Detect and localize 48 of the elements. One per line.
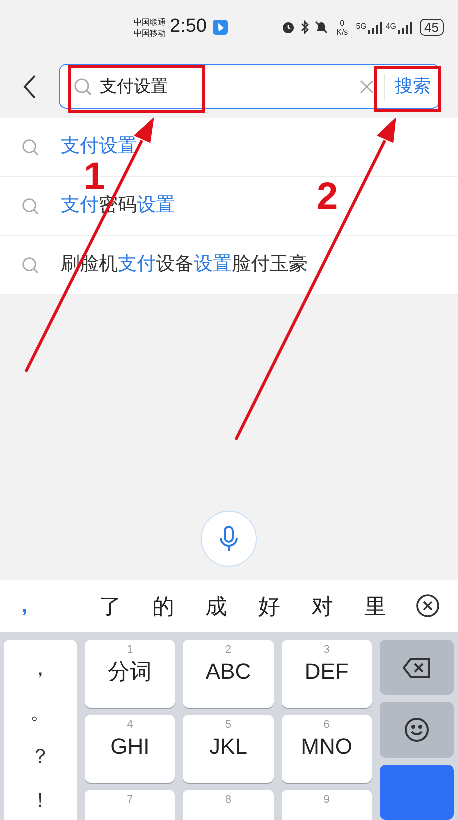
letter-key[interactable]: 3 DEF <box>282 640 372 708</box>
signal-icon <box>398 22 412 34</box>
candidate-word[interactable]: 里 <box>364 590 386 622</box>
search-button[interactable]: 搜索 <box>395 73 431 100</box>
speed-value: 0 <box>340 18 345 28</box>
search-field[interactable]: 支付设置 搜索 <box>59 64 440 109</box>
candidate-word[interactable]: 了 <box>100 590 122 622</box>
symbol-key[interactable]: ！ <box>30 790 50 812</box>
backspace-icon <box>402 656 432 679</box>
symbol-key[interactable]: ， <box>30 658 50 680</box>
symbol-key[interactable]: 。 <box>30 702 50 724</box>
suggestion-text: 支付设置 <box>61 134 137 159</box>
smiley-icon <box>404 716 430 743</box>
microphone-icon <box>219 525 239 553</box>
network-label: 5G <box>356 22 367 30</box>
clock-time: 2:50 <box>170 15 207 40</box>
search-icon <box>74 78 92 96</box>
alarm-icon <box>280 20 296 35</box>
step-number: 2 <box>317 175 338 219</box>
candidate-word[interactable]: 好 <box>258 590 280 622</box>
candidate-word[interactable]: 的 <box>152 590 174 622</box>
candidate-word[interactable]: , <box>22 591 84 621</box>
app-icon <box>212 20 228 35</box>
candidate-word[interactable]: 对 <box>312 590 334 622</box>
candidate-word[interactable]: 成 <box>206 590 228 622</box>
close-icon[interactable] <box>416 594 440 618</box>
carrier-label: 中国联通 <box>134 16 166 28</box>
signal-icon <box>368 22 382 34</box>
letter-key[interactable]: 4 GHI <box>85 715 176 783</box>
letter-key[interactable]: 2 ABC <box>183 640 274 708</box>
battery-indicator: 45 <box>420 19 444 36</box>
backspace-key[interactable] <box>380 640 454 696</box>
search-icon <box>22 138 39 156</box>
bluetooth-icon <box>300 20 310 35</box>
search-icon <box>22 256 39 274</box>
letter-key[interactable]: 1 分词 <box>85 640 176 708</box>
muted-bell-icon <box>314 20 329 35</box>
search-icon <box>22 198 39 214</box>
back-icon <box>23 74 37 100</box>
carrier-label: 中国移动 <box>134 28 166 38</box>
letter-key[interactable]: 6 MNO <box>282 715 372 783</box>
symbol-key[interactable]: ？ <box>30 746 50 768</box>
letter-key[interactable]: 5 JKL <box>183 715 274 783</box>
highlight-frame <box>374 66 441 112</box>
network-label: 4G <box>386 22 397 30</box>
speed-unit: K/s <box>336 28 348 36</box>
search-value: 支付设置 <box>100 76 168 98</box>
emoji-key[interactable] <box>380 702 454 758</box>
